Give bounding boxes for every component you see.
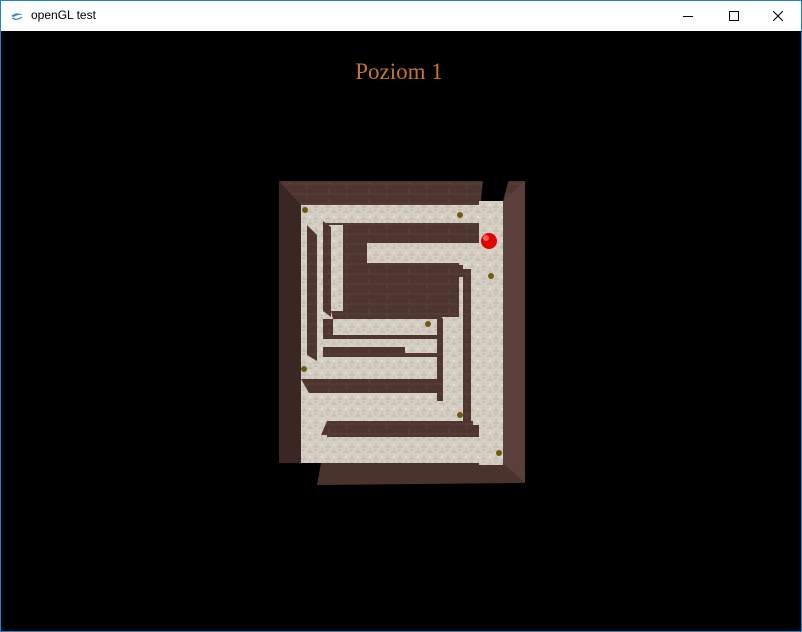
level-title: Poziom 1 — [355, 59, 443, 84]
coin — [425, 321, 431, 327]
entry-opening — [277, 463, 321, 485]
coin — [488, 273, 494, 279]
maximize-button[interactable] — [711, 1, 757, 31]
title-bar[interactable]: openGL test — [1, 1, 801, 31]
coin — [302, 207, 308, 213]
game-viewport[interactable]: Poziom 1 — [1, 31, 801, 631]
app-window: openGL test Poziom 1 — [0, 0, 802, 632]
minimize-button[interactable] — [665, 1, 711, 31]
coin — [301, 366, 307, 372]
wall-shadow-left — [279, 181, 301, 483]
maximize-icon — [729, 11, 739, 21]
window-title: openGL test — [31, 8, 96, 22]
wall-ledge-bottom — [317, 463, 525, 485]
coin — [496, 450, 502, 456]
player-highlight — [483, 235, 489, 241]
close-button[interactable] — [755, 1, 801, 31]
java-cup-icon — [11, 13, 23, 20]
maze-board — [277, 179, 525, 485]
coin — [457, 212, 463, 218]
wall-shadow-right — [503, 181, 525, 483]
player-ball[interactable] — [481, 233, 497, 249]
close-icon — [773, 11, 783, 21]
coin — [457, 412, 463, 418]
minimize-icon — [683, 16, 693, 17]
